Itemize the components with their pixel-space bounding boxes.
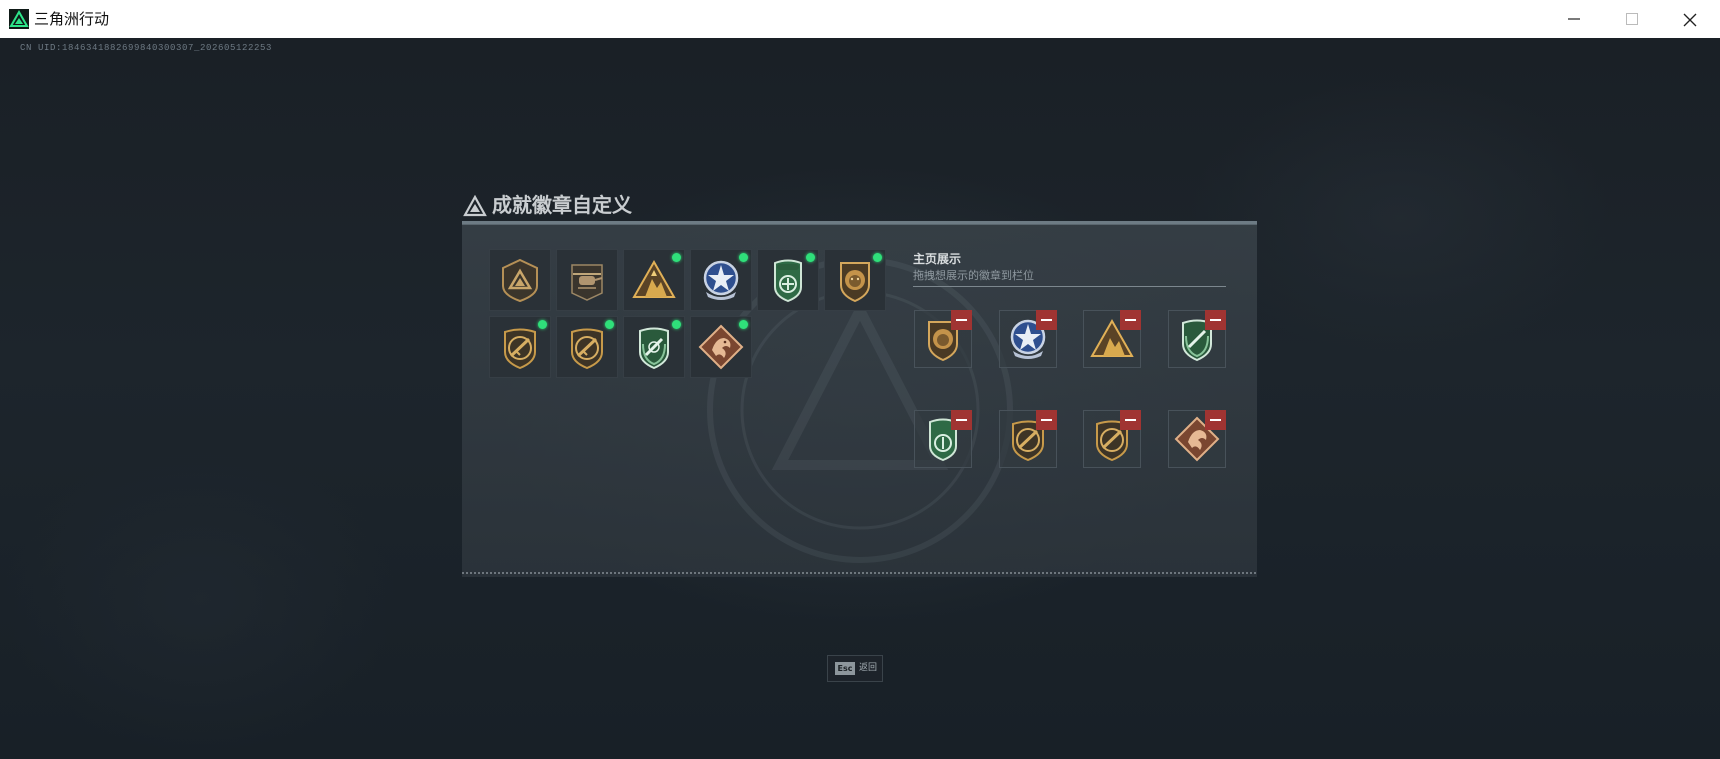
remove-badge-button[interactable] [1120, 410, 1141, 430]
dragon-diamond-badge-icon [698, 324, 744, 370]
remove-badge-button[interactable] [1120, 310, 1141, 330]
delta-triangle-badge-icon [502, 258, 538, 303]
dialog-title-text: 成就徽章自定义 [492, 193, 632, 217]
minimize-icon [1568, 18, 1580, 20]
remove-badge-button[interactable] [1036, 410, 1057, 430]
new-indicator-dot [739, 320, 748, 329]
inventory-badge-slot[interactable] [690, 316, 752, 378]
showcase-subtitle: 拖拽想展示的徽章到栏位 [913, 269, 1034, 282]
remove-badge-button[interactable] [1205, 310, 1226, 330]
new-indicator-dot [806, 253, 815, 262]
esc-return-label: 返回 [859, 663, 878, 673]
new-indicator-dot [672, 253, 681, 262]
minimize-button[interactable] [1545, 0, 1603, 38]
close-button[interactable] [1661, 0, 1719, 38]
window-title-bar: 三角洲行动 [0, 0, 1720, 39]
maximize-button[interactable] [1603, 0, 1661, 38]
remove-badge-button[interactable] [1036, 310, 1057, 330]
close-icon [1683, 13, 1697, 27]
showcase-slot[interactable] [1083, 410, 1141, 468]
green-wreath-badge-icon [639, 327, 669, 370]
showcase-slot[interactable] [999, 310, 1057, 368]
new-indicator-dot [538, 320, 547, 329]
showcase-slot[interactable] [999, 410, 1057, 468]
uid-watermark: CN UID:1846341882699840300307_2026051222… [20, 43, 273, 53]
rifle-shield-badge-icon [504, 328, 536, 370]
remove-badge-button[interactable] [951, 410, 972, 430]
inventory-badge-slot[interactable] [757, 249, 819, 311]
remove-badge-button[interactable] [951, 310, 972, 330]
new-indicator-dot [873, 253, 882, 262]
new-indicator-dot [672, 320, 681, 329]
dialog-title: 成就徽章自定义 [462, 193, 632, 217]
helicopter-badge-icon [571, 264, 603, 301]
app-logo-icon [9, 9, 29, 29]
mountain-gold-badge-icon [632, 259, 676, 298]
esc-return-button[interactable]: Esc 返回 [827, 655, 883, 682]
showcase-slot[interactable] [1083, 310, 1141, 368]
maximize-icon [1626, 13, 1638, 25]
new-indicator-dot [605, 320, 614, 329]
star-wings-badge-icon [703, 260, 739, 300]
inventory-badge-slot[interactable] [623, 249, 685, 311]
esc-key-cap: Esc [835, 662, 855, 675]
inventory-badge-slot[interactable] [489, 249, 551, 311]
rifle-shield-badge-icon [571, 328, 603, 370]
showcase-slot[interactable] [914, 310, 972, 368]
inventory-badge-slot[interactable] [556, 316, 618, 378]
new-indicator-dot [739, 253, 748, 262]
green-crest-badge-icon [774, 259, 802, 303]
inventory-badge-slot[interactable] [489, 316, 551, 378]
inventory-badge-slot[interactable] [556, 249, 618, 311]
panel-bottom-border [462, 572, 1257, 574]
window-title: 三角洲行动 [34, 10, 110, 28]
remove-badge-button[interactable] [1205, 410, 1226, 430]
inventory-badge-slot[interactable] [690, 249, 752, 311]
showcase-title: 主页展示 [913, 252, 962, 266]
showcase-slot[interactable] [1168, 310, 1226, 368]
inventory-badge-slot[interactable] [623, 316, 685, 378]
showcase-slot[interactable] [1168, 410, 1226, 468]
inventory-badge-slot[interactable] [824, 249, 886, 311]
lion-shield-badge-icon [840, 262, 870, 303]
showcase-divider [913, 286, 1226, 287]
showcase-slot[interactable] [914, 410, 972, 468]
